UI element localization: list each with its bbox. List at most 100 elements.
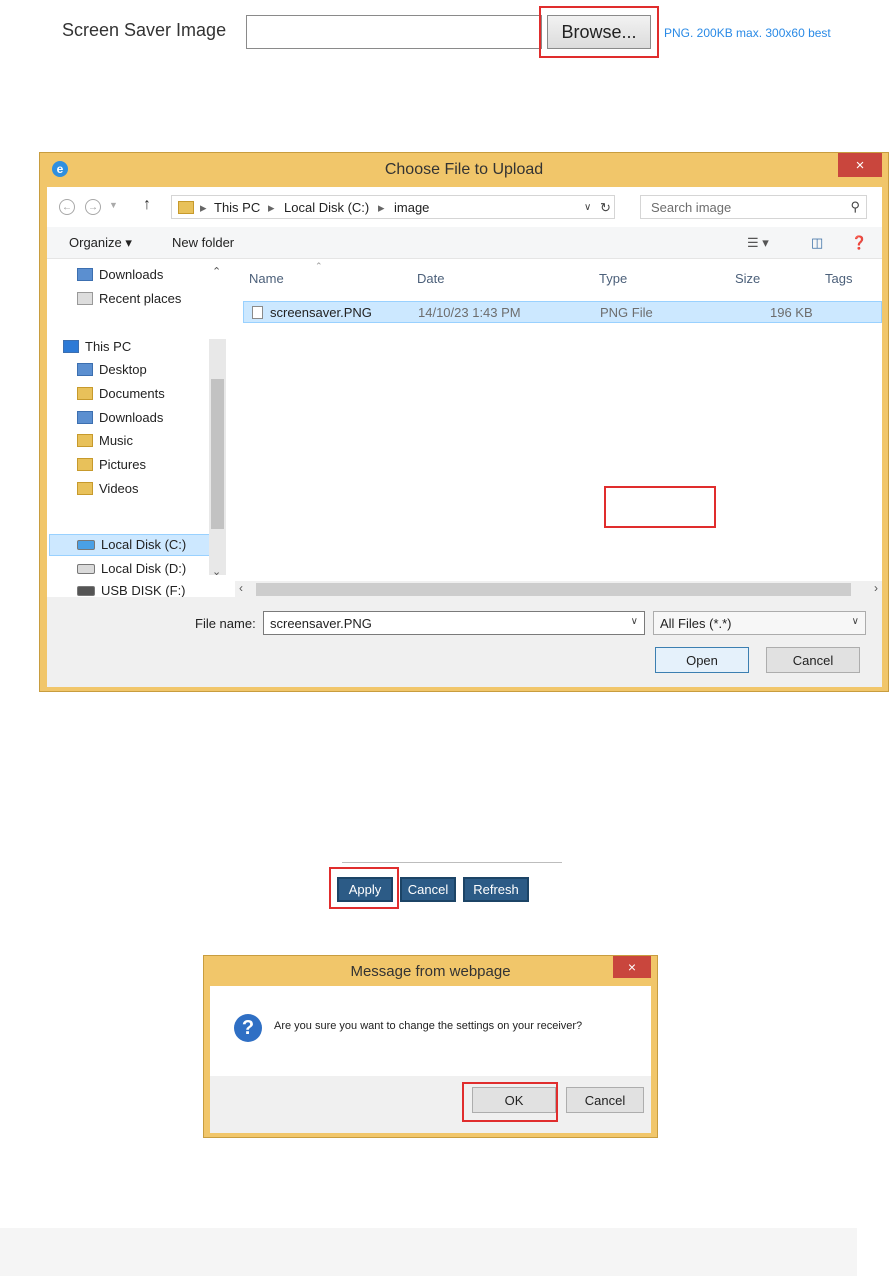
column-header-date[interactable]: Date	[417, 271, 444, 286]
search-icon[interactable]: ⚲	[850, 199, 860, 215]
dialog-footer: OK Cancel	[210, 1076, 651, 1133]
file-path-input[interactable]	[246, 15, 542, 49]
breadcrumb-separator: ▸	[378, 200, 385, 215]
file-type-filter[interactable]: All Files (*.*) ∨	[653, 611, 866, 635]
file-list: ⌃ Name Date Type Size Tags screensaver.P…	[235, 259, 882, 581]
chevron-down-icon[interactable]: ∨	[852, 616, 859, 627]
chevron-down-icon[interactable]: ∨	[631, 616, 638, 627]
up-arrow-icon[interactable]: ↑	[143, 196, 151, 214]
nav-item-label: USB DISK (F:)	[101, 583, 186, 598]
dialog-body: ← → ▼ ↑ ▸ This PC ▸ Local Disk (C:) ▸ im…	[47, 187, 882, 687]
organize-menu[interactable]: Organize ▾	[69, 235, 132, 251]
open-highlight-box	[604, 486, 716, 528]
nav-item-downloads[interactable]: Downloads	[77, 267, 163, 282]
nav-item-label: Videos	[99, 481, 139, 496]
nav-item-local-disk-c[interactable]: Local Disk (C:)	[77, 537, 186, 552]
help-icon[interactable]: ❓	[851, 235, 867, 251]
column-header-size[interactable]: Size	[735, 271, 760, 286]
desktop-folder-icon	[77, 363, 93, 376]
nav-item-pictures[interactable]: Pictures	[77, 457, 146, 472]
dialog-body: ? Are you sure you want to change the se…	[210, 986, 651, 1133]
downloads-folder-icon	[77, 411, 93, 424]
nav-item-music[interactable]: Music	[77, 433, 133, 448]
column-header-name[interactable]: Name	[249, 271, 284, 286]
nav-item-videos[interactable]: Videos	[77, 481, 139, 496]
downloads-folder-icon	[77, 268, 93, 281]
file-name-field[interactable]: screensaver.PNG ∨	[263, 611, 645, 635]
drive-icon	[77, 563, 95, 574]
preview-pane-icon[interactable]: ◫	[811, 235, 823, 251]
choose-file-dialog: e Choose File to Upload × ← → ▼ ↑ ▸ This…	[39, 152, 889, 692]
horizontal-scroll-area: ‹ ›	[235, 581, 882, 598]
close-button[interactable]: ×	[838, 153, 882, 177]
scroll-down-icon[interactable]: ⌄	[212, 565, 221, 578]
nav-item-label: Desktop	[99, 362, 147, 377]
column-header-tags[interactable]: Tags	[825, 271, 852, 286]
nav-scrollbar-thumb[interactable]	[211, 379, 224, 529]
back-arrow-icon[interactable]: ←	[59, 199, 75, 215]
column-header-type[interactable]: Type	[599, 271, 627, 286]
usb-drive-icon	[77, 585, 95, 596]
navigation-pane: Downloads Recent places This PC Desktop …	[47, 259, 229, 598]
scroll-right-icon[interactable]: ›	[874, 581, 878, 595]
file-type: PNG File	[600, 305, 653, 320]
breadcrumb-separator: ▸	[268, 200, 275, 215]
nav-item-label: Downloads	[99, 410, 164, 425]
nav-item-label: Downloads	[99, 267, 164, 282]
dialog-bottom-bar: File name: screensaver.PNG ∨ All Files (…	[47, 597, 882, 687]
music-folder-icon	[77, 434, 93, 447]
cancel-button[interactable]: Cancel	[766, 647, 860, 673]
dialog-title: Choose File to Upload	[384, 161, 544, 178]
search-input[interactable]: Search image	[651, 200, 731, 215]
recent-places-icon	[77, 292, 93, 305]
nav-item-downloads[interactable]: Downloads	[77, 410, 163, 425]
nav-item-label: Documents	[99, 386, 165, 401]
chevron-down-icon[interactable]: ∨	[584, 202, 591, 213]
breadcrumb-image[interactable]: image	[394, 200, 429, 215]
cancel-button[interactable]: Cancel	[400, 877, 456, 902]
horizontal-scrollbar-track[interactable]: ‹ ›	[235, 581, 882, 598]
address-bar[interactable]: ▸ This PC ▸ Local Disk (C:) ▸ image ∨ ↻	[171, 195, 615, 219]
address-row: ← → ▼ ↑ ▸ This PC ▸ Local Disk (C:) ▸ im…	[47, 187, 882, 227]
forward-arrow-icon[interactable]: →	[85, 199, 101, 215]
recent-locations-icon[interactable]: ▼	[109, 200, 118, 210]
close-button[interactable]: ×	[613, 956, 651, 978]
refresh-icon[interactable]: ↻	[600, 200, 611, 216]
dialog-titlebar: e Choose File to Upload ×	[40, 153, 888, 187]
breadcrumb-local-disk[interactable]: Local Disk (C:)	[284, 200, 369, 215]
cancel-button[interactable]: Cancel	[566, 1087, 644, 1113]
nav-item-desktop[interactable]: Desktop	[77, 362, 147, 377]
nav-item-local-disk-d[interactable]: Local Disk (D:)	[77, 561, 186, 576]
upload-hint: PNG. 200KB max. 300x60 best	[664, 26, 831, 40]
nav-item-label: Music	[99, 433, 133, 448]
open-button[interactable]: Open	[655, 647, 749, 673]
new-folder-button[interactable]: New folder	[172, 235, 234, 250]
breadcrumb-this-pc[interactable]: This PC	[214, 200, 260, 215]
nav-item-documents[interactable]: Documents	[77, 386, 165, 401]
nav-item-label: Local Disk (D:)	[101, 561, 187, 576]
breadcrumb-separator: ▸	[200, 200, 207, 215]
horizontal-scrollbar-thumb[interactable]	[256, 583, 851, 596]
file-size: 196 KB	[770, 305, 813, 320]
file-name-label: File name:	[195, 616, 256, 631]
screen-saver-image-label: Screen Saver Image	[62, 20, 227, 40]
view-options-icon[interactable]: ☰ ▾	[747, 235, 769, 251]
image-file-icon	[252, 306, 263, 319]
nav-item-recent-places[interactable]: Recent places	[77, 291, 181, 306]
sort-arrow-icon: ⌃	[315, 261, 323, 271]
folder-icon	[178, 201, 194, 214]
nav-item-label: Local Disk (C:)	[101, 537, 187, 552]
nav-item-this-pc[interactable]: This PC	[63, 339, 131, 354]
search-box[interactable]: Search image ⚲	[640, 195, 867, 219]
scroll-left-icon[interactable]: ‹	[239, 581, 243, 595]
file-row[interactable]: screensaver.PNG 14/10/23 1:43 PM PNG Fil…	[243, 301, 882, 323]
nav-item-label: Recent places	[99, 291, 182, 306]
divider	[342, 862, 562, 863]
filter-value: All Files (*.*)	[660, 616, 732, 631]
documents-folder-icon	[77, 387, 93, 400]
nav-item-usb-disk[interactable]: USB DISK (F:)	[77, 583, 186, 598]
refresh-button[interactable]: Refresh	[463, 877, 529, 902]
file-name-value: screensaver.PNG	[270, 616, 372, 631]
ok-highlight-box	[462, 1082, 558, 1122]
scroll-up-icon[interactable]: ⌃	[212, 265, 221, 278]
